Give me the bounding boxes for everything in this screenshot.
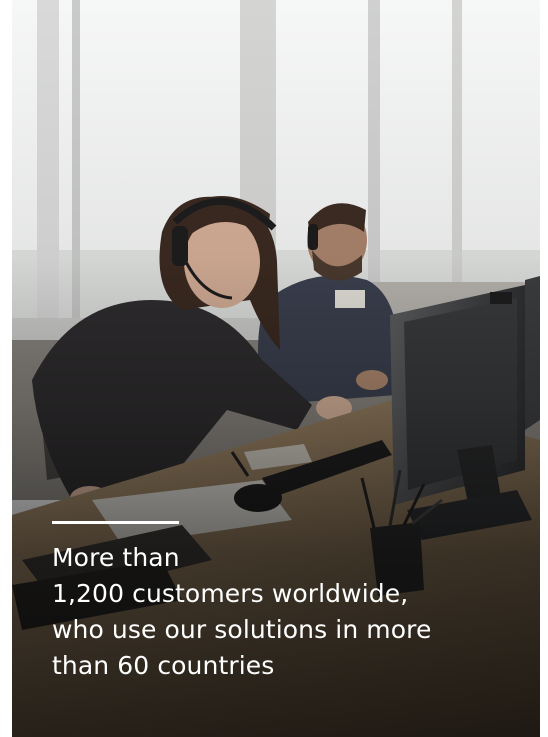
caption-line-3: who use our solutions in more xyxy=(52,615,432,644)
caption-line-2: 1,200 customers worldwide, xyxy=(52,579,409,608)
hero-card: More than 1,200 customers worldwide, who… xyxy=(12,0,540,737)
caption-line-4: than 60 countries xyxy=(52,651,275,680)
stat-caption: More than 1,200 customers worldwide, who… xyxy=(52,540,522,684)
accent-divider xyxy=(52,521,179,524)
caption-line-1: More than xyxy=(52,543,180,572)
